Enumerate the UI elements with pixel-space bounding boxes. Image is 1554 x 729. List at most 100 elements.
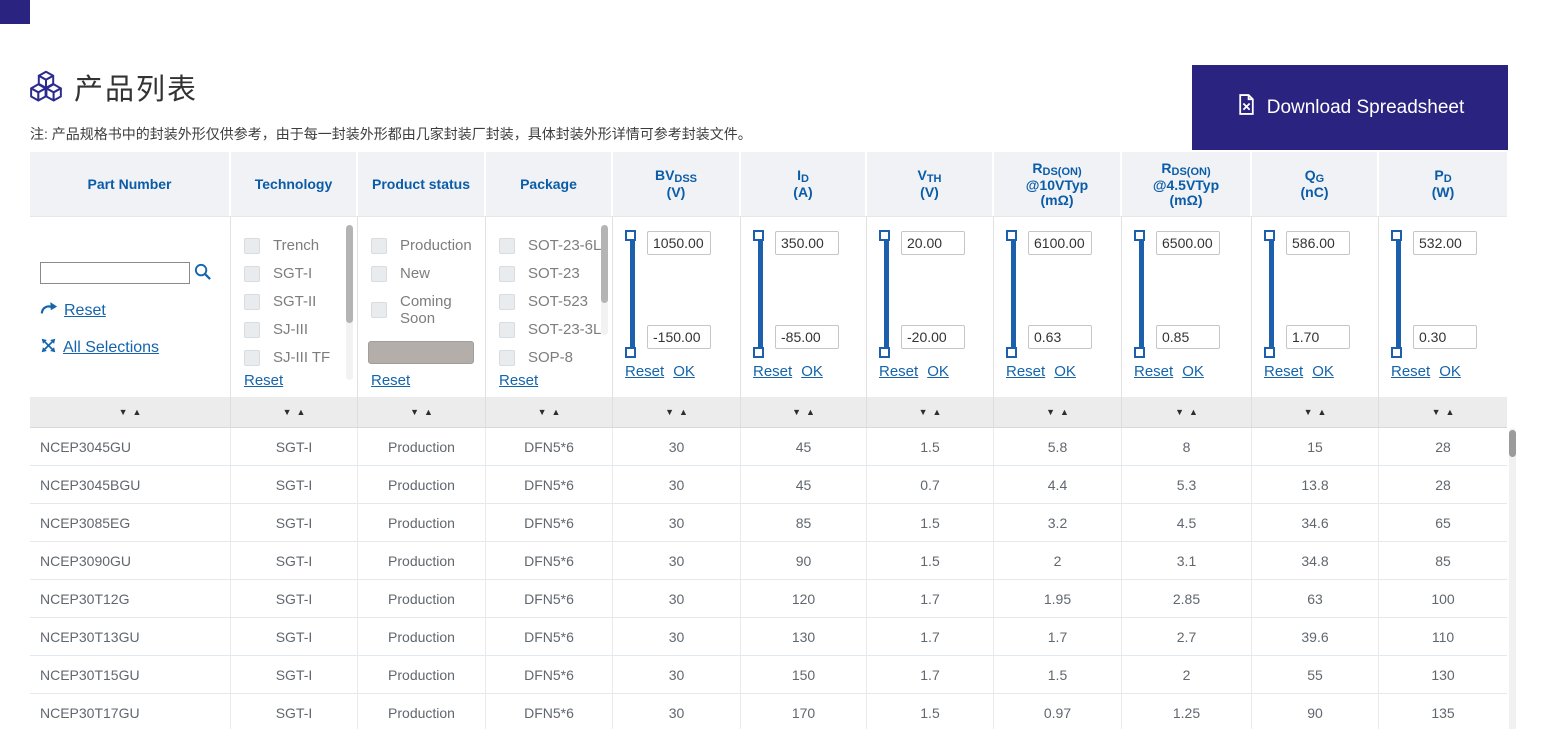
sort-asc-icon[interactable]: ▲ xyxy=(933,407,942,417)
sort-control-bvdss[interactable]: ▼ ▲ xyxy=(613,397,741,427)
bvdss-ok-link[interactable]: OK xyxy=(673,363,695,380)
sort-desc-icon[interactable]: ▼ xyxy=(119,407,128,417)
technology-option[interactable]: SJ-III TF xyxy=(244,349,357,366)
pd-slider-track[interactable] xyxy=(1396,237,1401,355)
qg-ok-link[interactable]: OK xyxy=(1312,363,1334,380)
vth-slider-max-handle[interactable] xyxy=(879,230,890,241)
checkbox-icon[interactable] xyxy=(244,265,260,282)
sort-asc-icon[interactable]: ▲ xyxy=(133,407,142,417)
bvdss-max-input[interactable] xyxy=(647,231,711,255)
sort-control-id[interactable]: ▼ ▲ xyxy=(741,397,867,427)
technology-reset-link[interactable]: Reset xyxy=(244,372,283,389)
sort-asc-icon[interactable]: ▲ xyxy=(679,407,688,417)
checkbox-icon[interactable] xyxy=(244,321,260,338)
checkbox-icon[interactable] xyxy=(371,302,387,318)
bvdss-min-input[interactable] xyxy=(647,325,711,349)
sort-asc-icon[interactable]: ▲ xyxy=(806,407,815,417)
sort-control-part-number[interactable]: ▼ ▲ xyxy=(30,397,231,427)
checkbox-icon[interactable] xyxy=(499,349,515,366)
package-option[interactable]: SOT-23-3L xyxy=(499,321,612,338)
package-option[interactable]: SOP-8 xyxy=(499,349,612,366)
rdson-10v-slider-min-handle[interactable] xyxy=(1006,347,1017,358)
pd-slider-min-handle[interactable] xyxy=(1391,347,1402,358)
sort-desc-icon[interactable]: ▼ xyxy=(1046,407,1055,417)
sort-desc-icon[interactable]: ▼ xyxy=(665,407,674,417)
id-ok-link[interactable]: OK xyxy=(801,363,823,380)
technology-option[interactable]: SGT-II xyxy=(244,293,357,310)
sort-desc-icon[interactable]: ▼ xyxy=(919,407,928,417)
sort-asc-icon[interactable]: ▲ xyxy=(1446,407,1455,417)
sort-control-rdson-10v[interactable]: ▼ ▲ xyxy=(994,397,1122,427)
sort-desc-icon[interactable]: ▼ xyxy=(792,407,801,417)
qg-max-input[interactable] xyxy=(1286,231,1350,255)
sort-control-product-status[interactable]: ▼ ▲ xyxy=(358,397,486,427)
rdson-4v5-slider-track[interactable] xyxy=(1139,237,1144,355)
sort-asc-icon[interactable]: ▲ xyxy=(1189,407,1198,417)
id-slider-max-handle[interactable] xyxy=(753,230,764,241)
status-option[interactable]: Coming Soon xyxy=(371,293,485,327)
status-option[interactable]: Production xyxy=(371,237,485,254)
id-max-input[interactable] xyxy=(775,231,839,255)
technology-option[interactable]: Trench xyxy=(244,237,357,254)
sort-desc-icon[interactable]: ▼ xyxy=(1304,407,1313,417)
checkbox-icon[interactable] xyxy=(499,237,515,254)
checkbox-icon[interactable] xyxy=(371,237,387,254)
technology-option[interactable]: SGT-I xyxy=(244,265,357,282)
rdson-4v5-min-input[interactable] xyxy=(1156,325,1220,349)
rdson-10v-reset-link[interactable]: Reset xyxy=(1006,363,1045,380)
id-slider-min-handle[interactable] xyxy=(753,347,764,358)
id-slider-track[interactable] xyxy=(758,237,763,355)
pd-min-input[interactable] xyxy=(1413,325,1477,349)
sort-control-rdson-4v5[interactable]: ▼ ▲ xyxy=(1122,397,1252,427)
rdson-10v-max-input[interactable] xyxy=(1028,231,1092,255)
package-list-scrollbar[interactable] xyxy=(601,225,608,335)
sort-control-vth[interactable]: ▼ ▲ xyxy=(867,397,994,427)
qg-slider-min-handle[interactable] xyxy=(1264,347,1275,358)
magnifier-icon[interactable] xyxy=(193,262,212,284)
table-scrollbar-thumb[interactable] xyxy=(1509,430,1516,457)
bvdss-slider-max-handle[interactable] xyxy=(625,230,636,241)
pd-slider-max-handle[interactable] xyxy=(1391,230,1402,241)
package-option[interactable]: SOT-23 xyxy=(499,265,612,282)
qg-slider-max-handle[interactable] xyxy=(1264,230,1275,241)
sort-asc-icon[interactable]: ▲ xyxy=(552,407,561,417)
rdson-4v5-max-input[interactable] xyxy=(1156,231,1220,255)
rdson-4v5-reset-link[interactable]: Reset xyxy=(1134,363,1173,380)
checkbox-icon[interactable] xyxy=(244,349,260,366)
sort-desc-icon[interactable]: ▼ xyxy=(410,407,419,417)
vth-slider-track[interactable] xyxy=(884,237,889,355)
pd-reset-link[interactable]: Reset xyxy=(1391,363,1430,380)
sort-control-qg[interactable]: ▼ ▲ xyxy=(1252,397,1379,427)
sort-control-technology[interactable]: ▼ ▲ xyxy=(231,397,358,427)
sort-desc-icon[interactable]: ▼ xyxy=(538,407,547,417)
sort-desc-icon[interactable]: ▼ xyxy=(1175,407,1184,417)
vth-min-input[interactable] xyxy=(901,325,965,349)
status-reset-link[interactable]: Reset xyxy=(371,372,410,389)
technology-option[interactable]: SJ-III xyxy=(244,321,357,338)
rdson-10v-ok-link[interactable]: OK xyxy=(1054,363,1076,380)
sort-desc-icon[interactable]: ▼ xyxy=(1432,407,1441,417)
rdson-4v5-ok-link[interactable]: OK xyxy=(1182,363,1204,380)
sort-asc-icon[interactable]: ▲ xyxy=(297,407,306,417)
status-option[interactable]: New xyxy=(371,265,485,282)
rdson-4v5-slider-max-handle[interactable] xyxy=(1134,230,1145,241)
rdson-10v-min-input[interactable] xyxy=(1028,325,1092,349)
bvdss-slider-track[interactable] xyxy=(630,237,635,355)
bvdss-slider-min-handle[interactable] xyxy=(625,347,636,358)
id-reset-link[interactable]: Reset xyxy=(753,363,792,380)
sort-asc-icon[interactable]: ▲ xyxy=(424,407,433,417)
sort-asc-icon[interactable]: ▲ xyxy=(1318,407,1327,417)
part-number-search-input[interactable] xyxy=(40,262,190,284)
pd-max-input[interactable] xyxy=(1413,231,1477,255)
pd-ok-link[interactable]: OK xyxy=(1439,363,1461,380)
id-min-input[interactable] xyxy=(775,325,839,349)
rdson-10v-slider-track[interactable] xyxy=(1011,237,1016,355)
checkbox-icon[interactable] xyxy=(499,321,515,338)
checkbox-icon[interactable] xyxy=(499,265,515,282)
qg-min-input[interactable] xyxy=(1286,325,1350,349)
rdson-4v5-slider-min-handle[interactable] xyxy=(1134,347,1145,358)
bvdss-reset-link[interactable]: Reset xyxy=(625,363,664,380)
reset-all-link[interactable]: Reset xyxy=(40,299,230,322)
technology-list-scrollbar[interactable] xyxy=(346,225,353,380)
vth-slider-min-handle[interactable] xyxy=(879,347,890,358)
